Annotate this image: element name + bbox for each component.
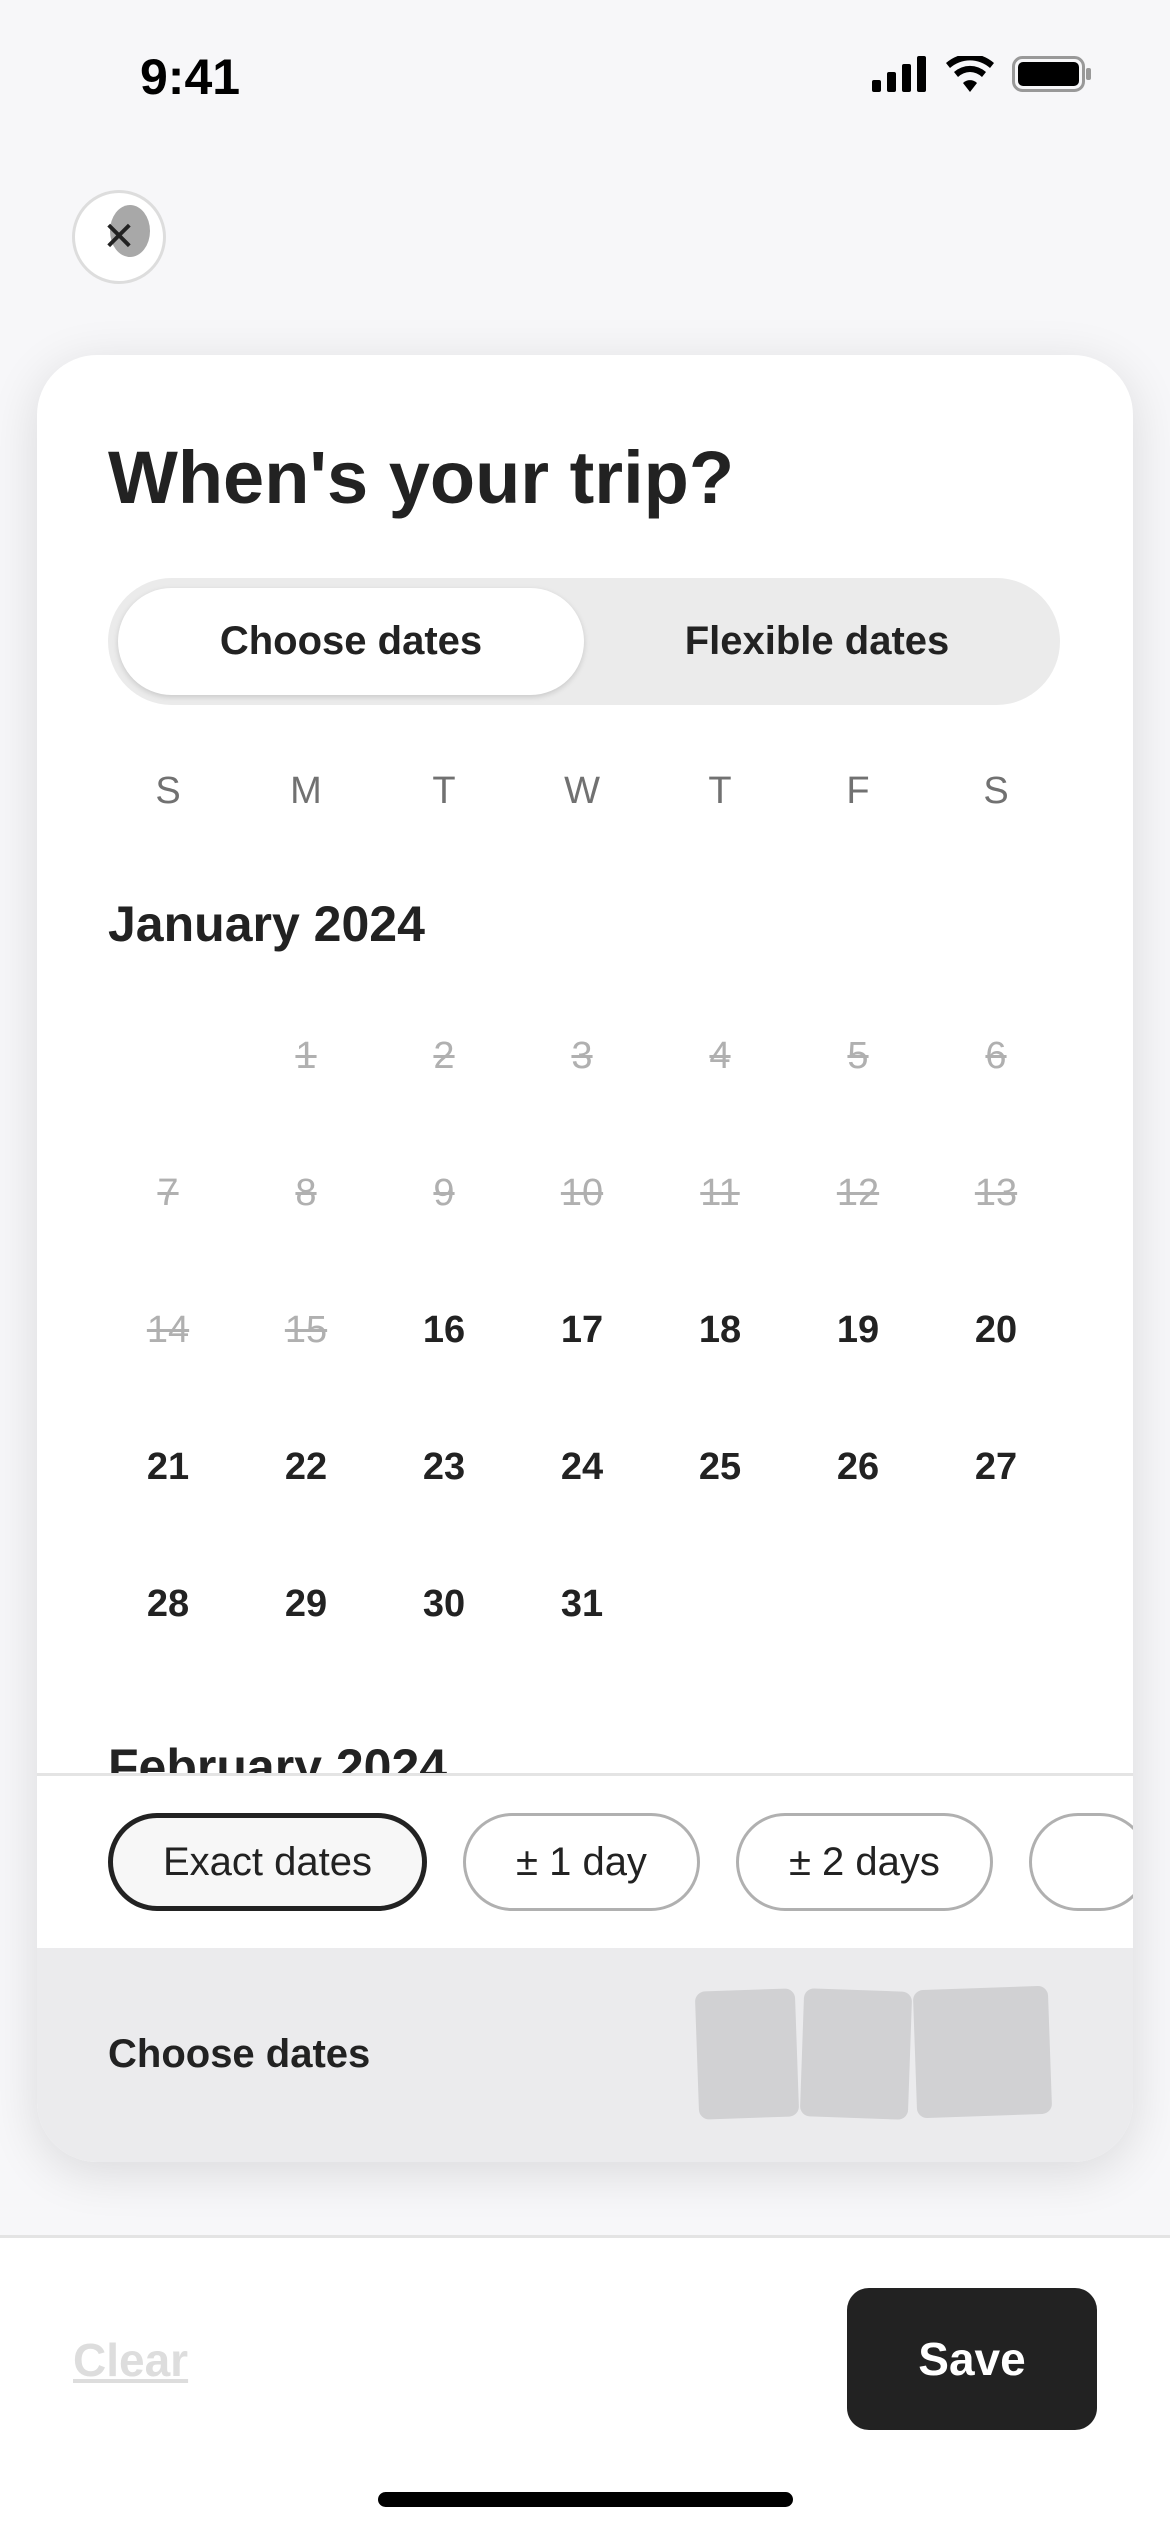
summary-section[interactable]: Choose dates [37, 1948, 1133, 2162]
day-cell[interactable]: 26 [789, 1446, 927, 1583]
clear-button[interactable]: Clear [73, 2333, 188, 2387]
signal-icon [872, 56, 926, 92]
close-icon: ✕ [102, 215, 136, 259]
day-cell: 10 [560, 1172, 604, 1214]
day-cell: 6 [985, 1035, 1007, 1077]
save-button[interactable]: Save [847, 2288, 1097, 2430]
summary-label: Choose dates [108, 2032, 371, 2076]
day-cell[interactable]: 30 [375, 1583, 513, 1720]
day-cell: 5 [847, 1035, 869, 1077]
status-time: 9:41 [140, 49, 241, 105]
day-cell[interactable]: 21 [99, 1446, 237, 1583]
page-title: When's your trip? [108, 436, 735, 519]
day-cell: 9 [433, 1172, 455, 1214]
calendar-illustration-icon [912, 1985, 1053, 2119]
day-cell: 15 [284, 1309, 328, 1351]
day-cell[interactable]: 17 [513, 1309, 651, 1446]
calendar-grid: 1 2 3 4 5 6 7 8 9 10 11 12 13 14 15 16 17 18 19 20 21 22 23 24 2… [99, 1035, 1065, 1720]
day-cell: 11 [700, 1172, 740, 1214]
day-cell[interactable]: 18 [651, 1309, 789, 1446]
weekday-label: W [564, 770, 600, 812]
day-cell: 8 [295, 1172, 317, 1214]
day-cell: 3 [571, 1035, 593, 1077]
weekday-label: M [290, 770, 322, 812]
day-cell[interactable]: 25 [651, 1446, 789, 1583]
weekday-header: SMTWTFS [99, 770, 1065, 813]
close-button[interactable]: ✕ [72, 190, 166, 284]
home-indicator [378, 2492, 793, 2507]
month-title: January 2024 [108, 896, 425, 952]
day-cell[interactable]: 31 [513, 1583, 651, 1720]
footer-bar: Clear Save [0, 2235, 1170, 2532]
weekday-label: T [432, 770, 456, 812]
chip-exact-dates[interactable]: Exact dates [108, 1813, 428, 1911]
day-cell[interactable]: 19 [789, 1309, 927, 1446]
chip-more[interactable] [1028, 1813, 1133, 1911]
day-cell[interactable]: 24 [513, 1446, 651, 1583]
day-cell: 7 [157, 1172, 179, 1214]
weekday-label: S [983, 770, 1009, 812]
chip-1-day[interactable]: ± 1 day [463, 1813, 700, 1911]
battery-icon [1012, 56, 1091, 92]
date-picker-card: When's your trip? Choose dates Flexible … [37, 355, 1133, 2162]
weekday-label: T [708, 770, 732, 812]
day-cell: 12 [836, 1172, 880, 1214]
day-cell[interactable]: 27 [927, 1446, 1065, 1583]
day-cell: 2 [433, 1035, 455, 1077]
day-cell[interactable]: 22 [237, 1446, 375, 1583]
next-month-title: February 2024 [108, 1739, 448, 1773]
day-cell: 1 [295, 1035, 317, 1077]
tab-flexible-dates[interactable]: Flexible dates [584, 588, 1050, 695]
day-cell[interactable]: 29 [237, 1583, 375, 1720]
empty-cell [99, 1035, 237, 1172]
day-cell[interactable]: 23 [375, 1446, 513, 1583]
calendar-illustration-icon [694, 1988, 800, 2120]
tab-choose-dates[interactable]: Choose dates [118, 588, 584, 695]
chip-2-days[interactable]: ± 2 days [735, 1813, 993, 1911]
flex-chips: Exact dates ± 1 day ± 2 days [108, 1813, 1133, 1911]
weekday-label: F [846, 770, 870, 812]
calendar-illustration-icon [799, 1988, 913, 2120]
date-mode-toggle: Choose dates Flexible dates [108, 578, 1060, 705]
day-cell[interactable]: 20 [927, 1309, 1065, 1446]
day-cell[interactable]: 28 [99, 1583, 237, 1720]
day-cell[interactable]: 16 [375, 1309, 513, 1446]
day-cell: 14 [146, 1309, 190, 1351]
weekday-label: S [155, 770, 181, 812]
day-cell: 13 [974, 1172, 1018, 1214]
wifi-icon [946, 56, 994, 92]
day-cell: 4 [709, 1035, 731, 1077]
status-icons [872, 56, 1092, 92]
divider [37, 1773, 1133, 1776]
